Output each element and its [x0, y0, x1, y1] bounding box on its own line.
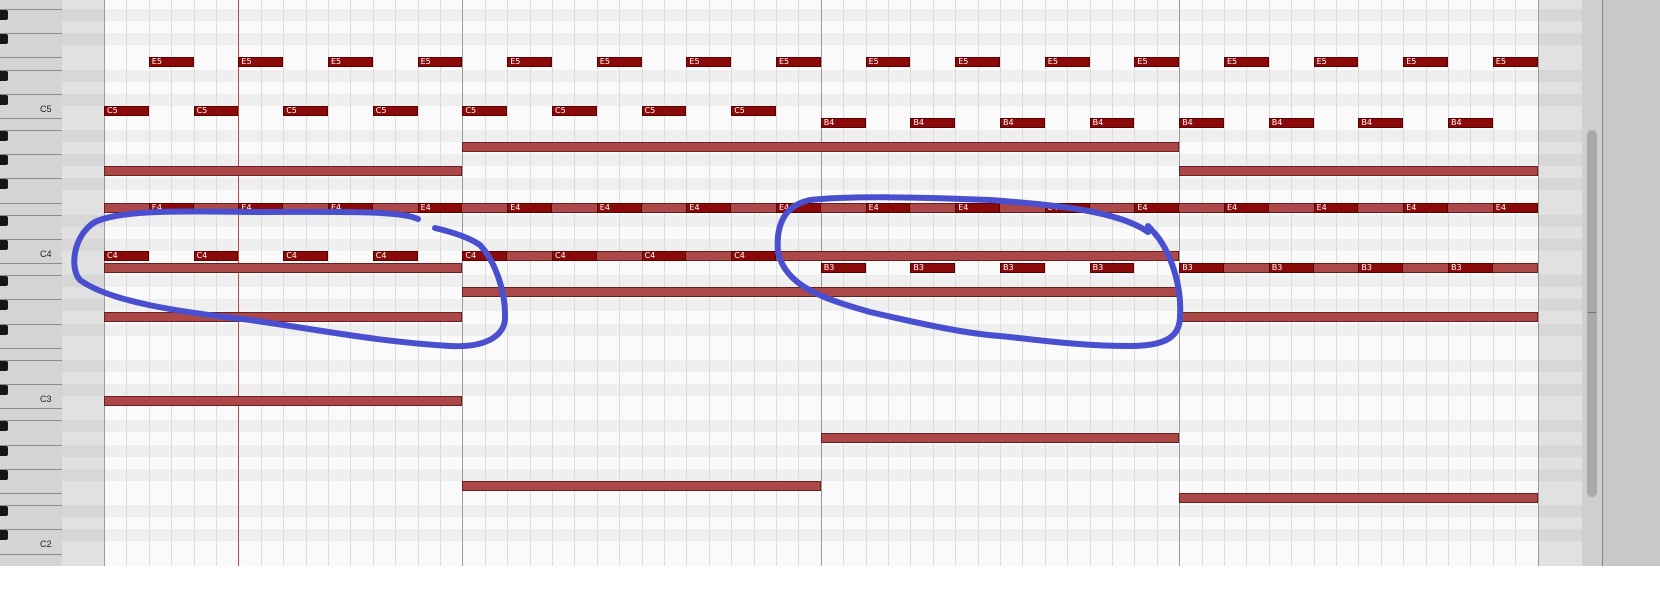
annotation-circle-right	[774, 194, 1184, 349]
annotation-circle-left	[71, 208, 509, 350]
annotation-overlay	[71, 194, 1184, 350]
